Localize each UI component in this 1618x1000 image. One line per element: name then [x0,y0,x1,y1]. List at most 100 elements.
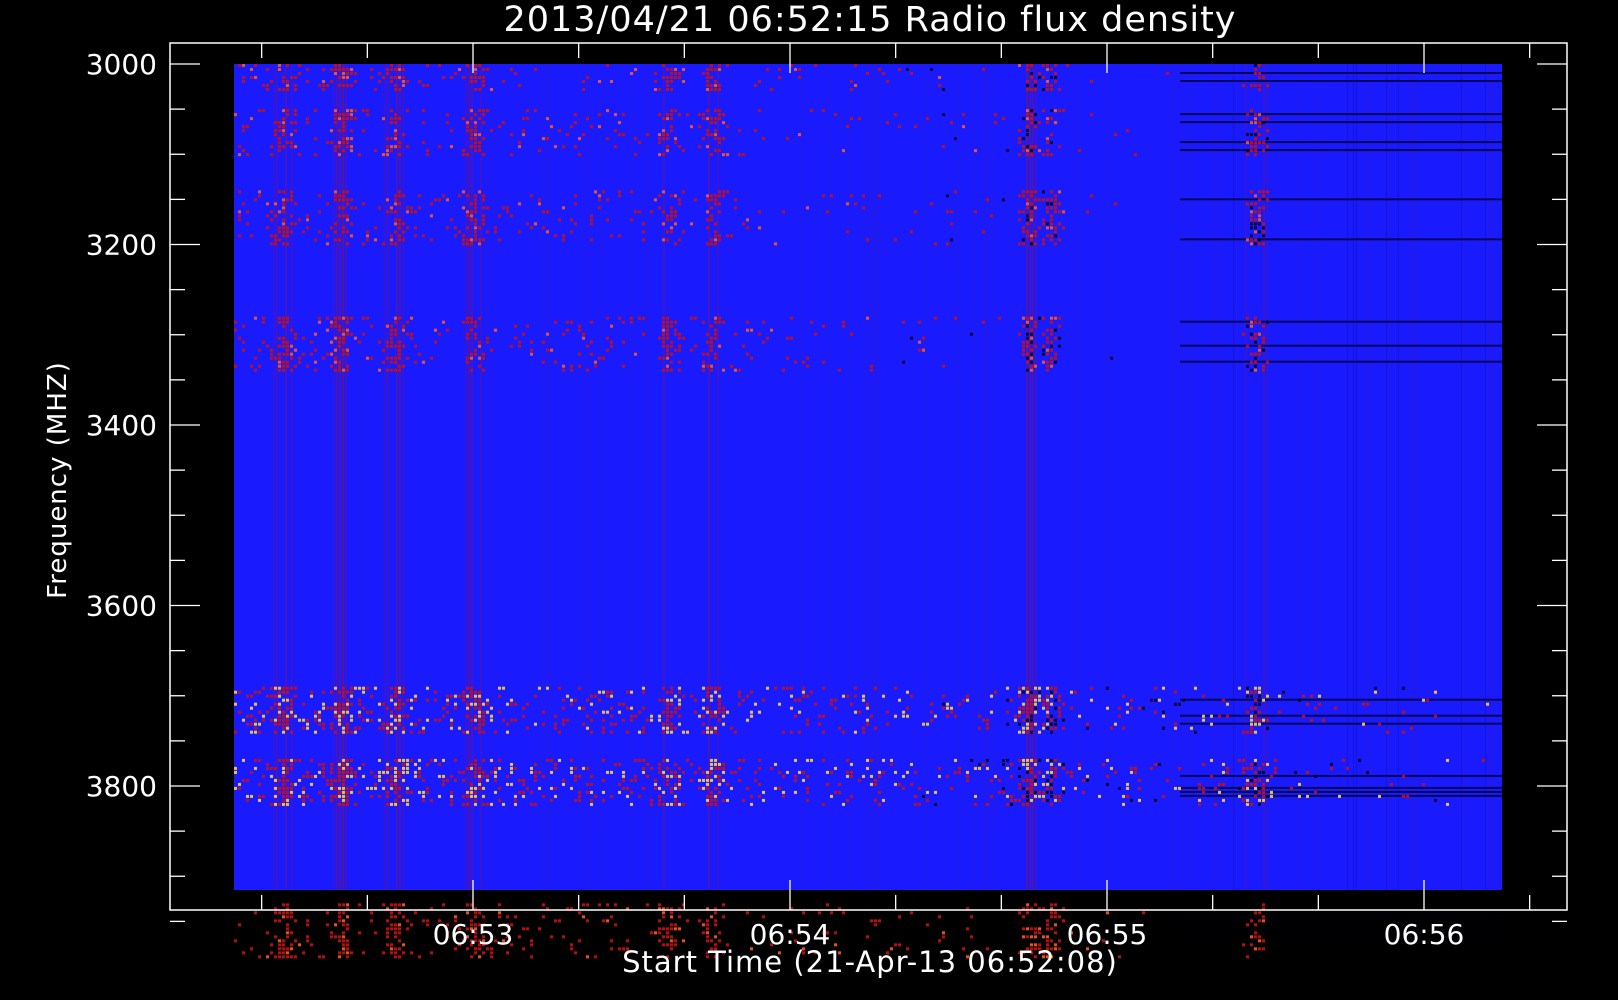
spectrogram-cell [350,222,353,226]
spectrogram-cell [462,730,465,734]
spectrogram-cell [478,149,481,153]
spectrogram-cell [674,939,677,943]
spectrogram-cell [662,76,665,79]
spectrogram-cell [1218,790,1221,794]
spectrogram-cell [1262,939,1265,943]
spectrogram-cell [1250,718,1253,722]
spectrogram-cell [1030,778,1033,782]
spectrogram-cell [1090,80,1093,83]
spectrogram-cell [648,64,649,890]
spectrogram-cell [290,782,293,786]
spectrogram-cell [1046,786,1049,790]
spectrogram-cell [478,722,481,726]
spectrogram-cell [306,214,309,218]
spectrogram-cell [802,911,805,915]
spectrogram-cell [418,770,421,774]
spectrogram-cell [390,242,393,246]
spectrogram-cell [718,202,721,206]
spectrogram-cell [1254,340,1257,344]
spectrogram-cell [334,710,337,714]
spectrogram-cell [1254,316,1257,320]
spectrogram-cell [1106,911,1109,915]
spectrogram-cell [654,786,657,790]
spectrogram-cell [1038,198,1041,202]
spectrogram-cell [478,242,481,246]
spectrogram-cell [714,794,717,798]
spectrogram-cell [338,340,341,344]
spectrogram-cell [286,802,289,806]
spectrogram-cell [346,710,349,714]
spectrogram-cell [334,238,337,242]
spectrogram-cell [1242,798,1245,802]
spectrogram-cell [710,238,713,242]
spectrogram-cell [546,137,549,141]
spectrogram-cell [482,121,485,125]
spectrogram-cell [330,782,333,786]
spectrogram-cell [342,368,345,372]
spectrogram-cell [426,786,429,790]
spectrogram-cell [1050,202,1053,206]
spectrogram-cell [1262,149,1265,153]
spectrogram-cell [694,344,697,348]
spectrogram-cell [338,194,341,198]
spectrogram-cell [282,714,285,718]
spectrogram-cell [274,718,277,722]
spectrogram-cell [1046,923,1049,927]
spectrogram-cell [1426,698,1429,702]
spectrogram-cell [1233,64,1234,890]
spectrogram-cell [474,234,477,238]
spectrogram-cell [758,758,761,762]
spectrogram-cell [1062,762,1065,766]
spectrogram-cell [710,153,713,157]
spectrogram-cell [390,344,393,348]
spectrogram-cell [1410,726,1413,730]
spectrogram-cell [738,690,741,694]
spectrogram-cell [994,113,997,117]
spectrogram-cell [290,141,293,145]
spectrogram-cell [374,88,377,91]
spectrogram-cell [986,198,989,202]
spectrogram-cell [362,690,365,694]
spectrogram-cell [422,141,425,145]
spectrogram-cell [746,226,749,230]
spectrogram-cell [666,714,669,718]
spectrogram-cell [1050,935,1053,939]
spectrogram-cell [1034,242,1037,246]
spectrogram-cell [1038,121,1041,125]
spectrogram-cell [798,68,801,71]
spectrogram-cell [474,76,477,79]
spectrogram-cell [346,915,349,919]
spectrogram-cell [1126,782,1129,786]
spectrogram-cell [666,356,669,360]
spectrogram-cell [710,88,713,91]
spectrogram-cell [394,332,397,336]
spectrogram-cell [666,328,669,332]
spectrogram-cell [570,218,573,222]
spectrogram-cell [342,931,345,935]
spectrogram-cell [590,352,593,356]
spectrogram-cell [670,76,673,79]
spectrogram-cell [386,344,389,348]
spectrogram-cell [394,194,397,198]
spectrogram-cell [470,133,473,137]
spectrogram-cell [642,222,645,226]
spectrogram-cell [1250,714,1253,718]
spectrogram-cell [1018,141,1021,145]
spectrogram-cell [818,722,821,726]
spectrogram-cell [594,190,597,194]
spectrogram-cell [658,762,661,766]
spectrogram-cell [774,686,777,690]
spectrogram-cell [1029,64,1031,890]
spectrogram-cell [466,702,469,706]
spectrogram-cell [282,202,285,206]
spectrogram-cell [718,774,721,778]
spectrogram-cell [854,710,857,714]
spectrogram-cell [706,72,709,75]
spectrogram-cell [1302,694,1305,698]
spectrogram-cell [466,238,469,242]
spectrogram-cell [1034,702,1037,706]
spectrogram-cell [1022,778,1025,782]
spectrogram-cell [1262,234,1265,238]
spectrogram-cell [454,758,457,762]
spectrogram-cell [1262,782,1265,786]
